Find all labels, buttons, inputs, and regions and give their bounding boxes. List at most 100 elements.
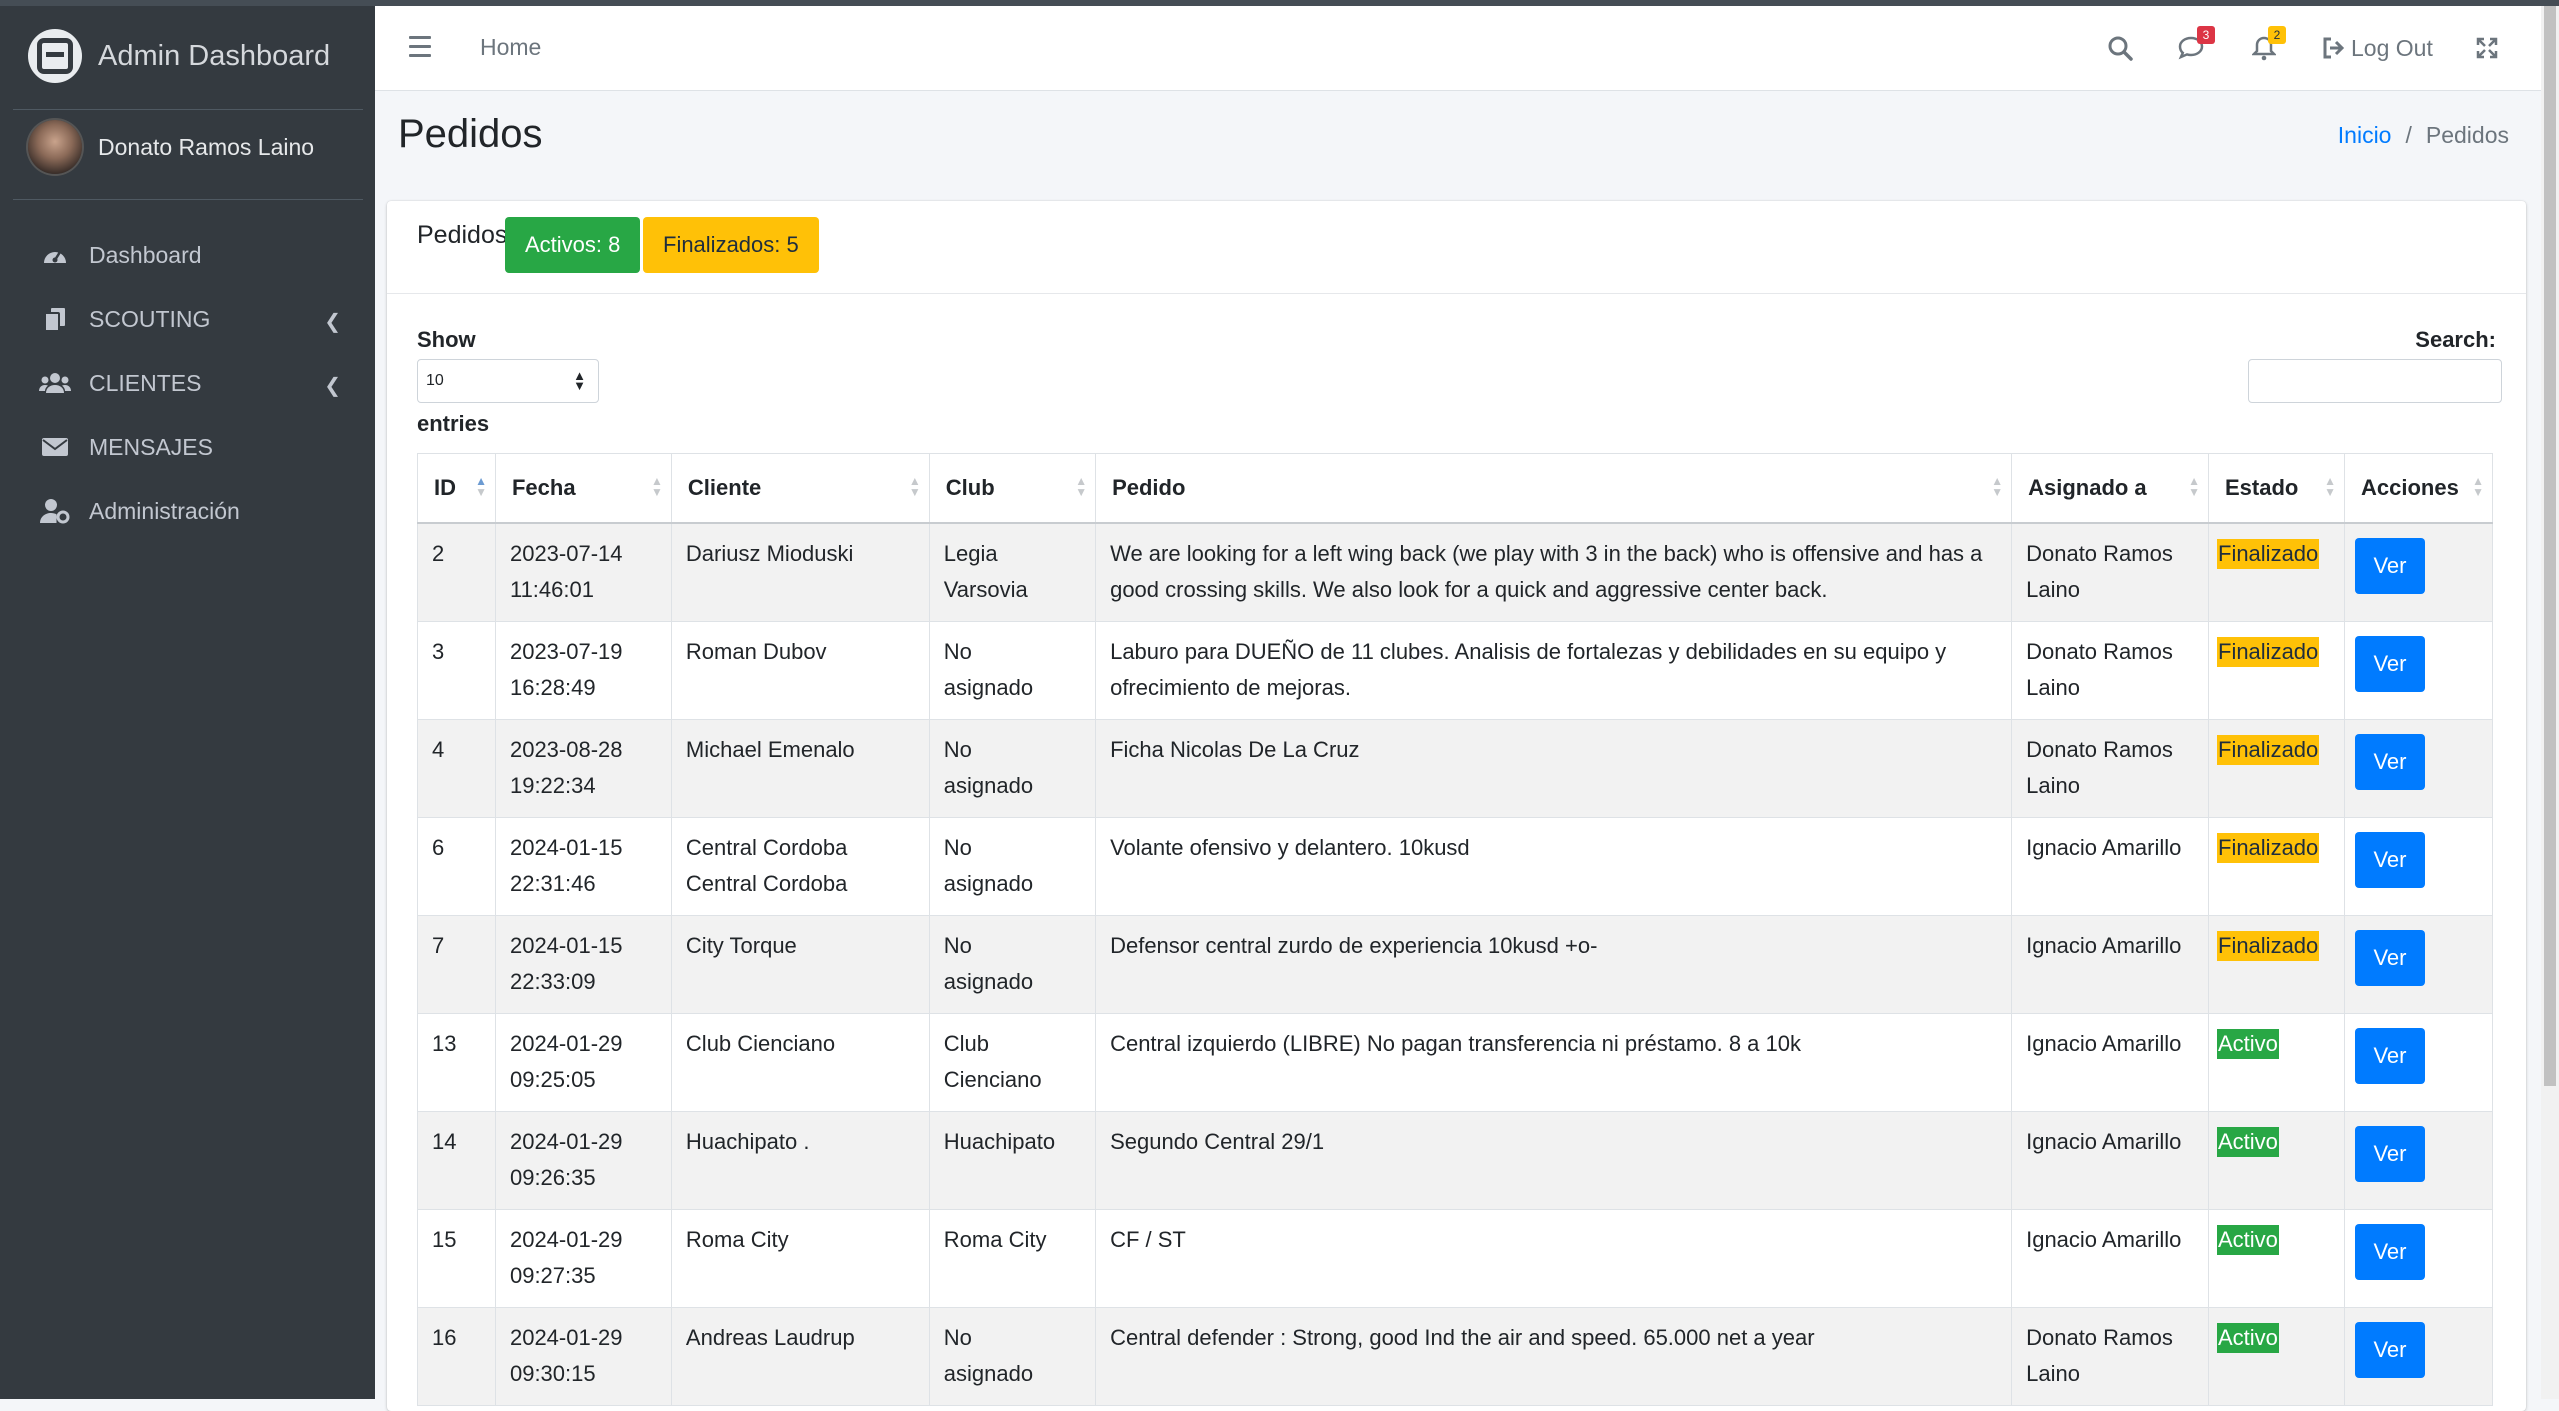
sidebar-item-label: CLIENTES <box>89 369 202 396</box>
cell-id-text: 6 <box>432 834 445 860</box>
logout-label: Log Out <box>2351 34 2433 61</box>
card-title: Pedidos <box>417 221 508 249</box>
cell-acciones: Ver <box>2343 522 2494 622</box>
view-button[interactable]: Ver <box>2354 538 2425 594</box>
envelope-icon <box>39 433 71 461</box>
search-input[interactable] <box>2248 359 2502 403</box>
cell-club-text: Club Cienciano <box>943 1030 1042 1092</box>
cell-cliente-text: Club Cienciano <box>685 1030 836 1056</box>
cell-asignado-text: Ignacio Amarillo <box>2026 1030 2182 1056</box>
cell-asignado: Donato Ramos Laino <box>2011 522 2209 622</box>
entries-select[interactable]: 10 ▲ ▼ <box>417 359 599 403</box>
sidebar-item-scouting[interactable]: SCOUTING ❮ <box>13 287 363 351</box>
sort-icon: ▲ ▼ <box>2188 474 2200 499</box>
brand-title: Admin Dashboard <box>98 39 331 72</box>
sidebar-item-label: Dashboard <box>89 241 202 268</box>
cell-cliente-text: Andreas Laudrup <box>685 1324 855 1350</box>
table-row: 2 2023-07-14 11:46:01 Dariusz Mioduski Legi… <box>417 522 2494 622</box>
column-header-estado[interactable]: Estado ▲ ▼ <box>2208 453 2345 524</box>
view-button[interactable]: Ver <box>2354 1027 2425 1084</box>
status-badge: Activo <box>2217 1224 2279 1255</box>
search-icon[interactable] <box>2107 28 2133 68</box>
brand-link[interactable]: Admin Dashboard <box>28 24 330 88</box>
cell-id: 7 <box>417 914 496 1014</box>
cell-cliente-text: Central Cordoba Central Cordoba <box>685 834 848 896</box>
table-body: 2 2023-07-14 11:46:01 Dariusz Mioduski Legi… <box>417 522 2494 1406</box>
cell-id: 3 <box>417 620 496 720</box>
breadcrumb-home-link[interactable]: Inicio <box>2338 122 2392 149</box>
cell-id-text: 14 <box>432 1128 457 1154</box>
orders-table: ID ▲ ▼ Fecha ▲ ▼ Cliente ▲ ▼ Club ▲ ▼ Pedido ▲ ▼ Asigna… <box>417 453 2494 1406</box>
column-header-club[interactable]: Club ▲ ▼ <box>928 453 1097 524</box>
column-header-fecha[interactable]: Fecha ▲ ▼ <box>494 453 672 524</box>
logout-icon <box>2323 37 2345 59</box>
cell-fecha: 2023-07-19 16:28:49 <box>494 620 672 720</box>
sidebar-nav: Dashboard SCOUTING ❮ CLIENTES ❮ MENSAJES Admin… <box>13 223 363 543</box>
view-button[interactable]: Ver <box>2354 929 2425 986</box>
home-link[interactable]: Home <box>480 34 541 61</box>
column-header-label: Cliente <box>687 475 762 500</box>
cell-estado: Activo <box>2208 1012 2345 1112</box>
menu-toggle-icon[interactable] <box>409 36 431 63</box>
cell-asignado-text: Ignacio Amarillo <box>2026 932 2182 958</box>
cell-id-text: 13 <box>432 1030 457 1056</box>
cell-club: No asignado <box>928 620 1097 720</box>
cell-acciones: Ver <box>2343 1012 2494 1112</box>
table-row: 15 2024-01-29 09:27:35 Roma City Roma City C… <box>417 1208 2494 1308</box>
column-header-acciones[interactable]: Acciones ▲ ▼ <box>2343 453 2494 524</box>
cell-asignado: Ignacio Amarillo <box>2011 1012 2209 1112</box>
sidebar-item-administracion[interactable]: Administración <box>13 479 363 543</box>
user-cog-icon <box>39 497 71 525</box>
cell-acciones: Ver <box>2343 816 2494 916</box>
column-header-pedido[interactable]: Pedido ▲ ▼ <box>1095 453 2013 524</box>
sidebar-divider <box>13 109 363 110</box>
table-header-row: ID ▲ ▼ Fecha ▲ ▼ Cliente ▲ ▼ Club ▲ ▼ Pedido ▲ ▼ Asigna… <box>417 453 2494 524</box>
cell-estado: Activo <box>2208 1306 2345 1406</box>
cell-pedido-text: CF / ST <box>1110 1226 1186 1252</box>
cell-pedido: Laburo para DUEÑO de 11 clubes. Analisis… <box>1095 620 2013 720</box>
user-name[interactable]: Donato Ramos Laino <box>98 134 314 161</box>
cell-fecha-text: 2024-01-15 22:31:46 <box>509 834 623 896</box>
cell-fecha: 2023-08-28 19:22:34 <box>494 718 672 818</box>
messages-icon[interactable]: 3 <box>2177 26 2215 68</box>
show-label: Show <box>417 327 476 352</box>
user-panel[interactable]: Donato Ramos Laino <box>28 120 314 174</box>
notifications-badge: 2 <box>2268 26 2286 44</box>
view-button[interactable]: Ver <box>2354 831 2425 888</box>
cell-fecha-text: 2024-01-15 22:33:09 <box>509 932 623 994</box>
sort-icon: ▲ ▼ <box>908 474 921 499</box>
cell-asignado: Ignacio Amarillo <box>2011 914 2209 1014</box>
cell-fecha: 2024-01-15 22:33:09 <box>494 914 672 1014</box>
table-row: 7 2024-01-15 22:33:09 City Torque No asigna… <box>417 914 2494 1014</box>
view-button[interactable]: Ver <box>2354 1223 2425 1280</box>
column-header-id[interactable]: ID ▲ ▼ <box>417 453 496 524</box>
view-button[interactable]: Ver <box>2354 1125 2425 1182</box>
sidebar-item-dashboard[interactable]: Dashboard <box>13 223 363 287</box>
sidebar-item-clientes[interactable]: CLIENTES ❮ <box>13 351 363 415</box>
logout-link[interactable]: Log Out <box>2321 28 2433 68</box>
cell-acciones: Ver <box>2343 914 2494 1014</box>
sidebar: Admin Dashboard Donato Ramos Laino Dashb… <box>0 6 375 1399</box>
column-header-cliente[interactable]: Cliente ▲ ▼ <box>670 453 930 524</box>
sort-icon: ▲ ▼ <box>475 474 487 499</box>
table-row: 3 2023-07-19 16:28:49 Roman Dubov No asigna… <box>417 620 2494 720</box>
sort-icon: ▲ ▼ <box>651 474 663 499</box>
scrollbar-thumb[interactable] <box>2544 6 2556 1086</box>
view-button[interactable]: Ver <box>2354 1321 2425 1378</box>
cell-club-text: No asignado <box>943 1324 1034 1386</box>
sidebar-divider <box>13 199 363 200</box>
fullscreen-icon[interactable] <box>2475 28 2499 68</box>
view-button[interactable]: Ver <box>2354 635 2425 692</box>
view-button[interactable]: Ver <box>2354 733 2425 790</box>
notifications-icon[interactable]: 2 <box>2252 26 2286 68</box>
page-scrollbar[interactable] <box>2541 6 2559 1399</box>
finished-count-badge: Finalizados: 5 <box>643 217 819 273</box>
column-header-label: Pedido <box>1112 475 1186 500</box>
cell-fecha: 2023-07-14 11:46:01 <box>494 522 672 622</box>
column-header-label: ID <box>434 475 456 500</box>
sidebar-item-mensajes[interactable]: MENSAJES <box>13 415 363 479</box>
table-row: 16 2024-01-29 09:30:15 Andreas Laudrup No a… <box>417 1306 2494 1406</box>
cell-id-text: 15 <box>432 1226 457 1252</box>
column-header-asignado-a[interactable]: Asignado a ▲ ▼ <box>2011 453 2209 524</box>
cell-club-text: Roma City <box>943 1226 1047 1252</box>
